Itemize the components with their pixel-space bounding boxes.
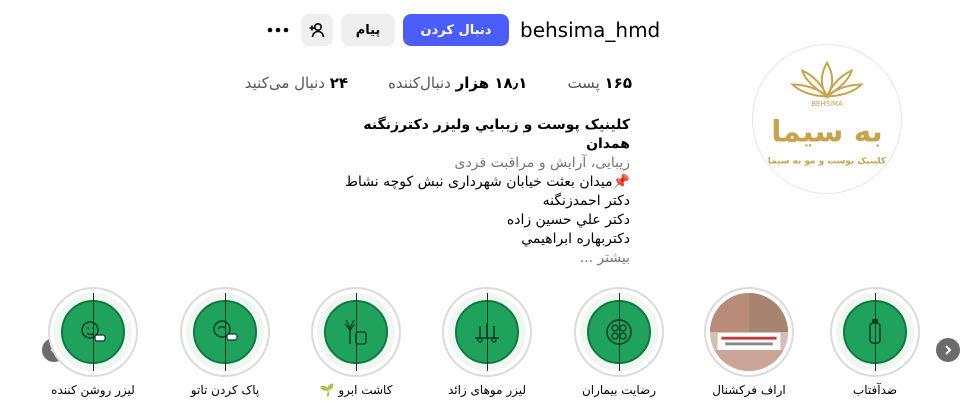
- highlight-item[interactable]: لیزر روشن کننده: [45, 287, 141, 417]
- highlight-label: اراف فرکشنال: [712, 383, 786, 397]
- highlight-label: لیزر موهای زائد: [447, 383, 527, 397]
- svg-text:کلینیک پوست و مو به سیما: کلینیک پوست و مو به سیما: [768, 156, 887, 166]
- more-icon: [267, 27, 289, 33]
- highlight-label: ضدآفتاب: [852, 383, 898, 397]
- svg-text:BEHSIMA: BEHSIMA: [811, 100, 843, 108]
- posts-stat: ۱۶۵ پست: [567, 74, 632, 92]
- svg-text:به سیما: به سیما: [771, 115, 883, 149]
- highlight-label: لیزر روشن کننده: [51, 383, 135, 397]
- chevron-right-icon: [945, 345, 952, 355]
- more-options-button[interactable]: [262, 14, 294, 46]
- highlight-label: رضایت بیماران: [581, 383, 657, 397]
- profile-stats: ۱۶۵ پست ۱۸٫۱ هزار دنبال‌کننده ۲۴ دنبال م…: [245, 74, 632, 98]
- profile-name: کلینیک پوست و زيبايي وليزر دکترزنگنه همد…: [363, 117, 630, 152]
- bio-line: 📌میدان بعثت خیابان شهرداری نبش کوچه نشاط: [345, 174, 630, 190]
- highlight-label: پاک کردن تاتو: [190, 383, 260, 397]
- add-user-icon: [309, 22, 325, 38]
- highlight-item[interactable]: ضدآفتاب: [827, 287, 923, 417]
- behsima-logo: BEHSIMA به سیما کلینیک پوست و مو به سیما: [768, 60, 887, 166]
- bio-more-link[interactable]: بیشتر ...: [330, 249, 630, 268]
- highlight-item[interactable]: لیزر موهای زائد: [439, 287, 535, 417]
- highlight-item[interactable]: پاک کردن تاتو: [177, 287, 273, 417]
- next-arrow-button[interactable]: [936, 338, 960, 362]
- followers-stat[interactable]: ۱۸٫۱ هزار دنبال‌کننده: [388, 74, 527, 98]
- username: behsima_hmd: [520, 18, 661, 42]
- bio-line: دکتر احمدزنگنه: [542, 193, 630, 209]
- bio-line: دكتر علي حسين زاده: [506, 212, 630, 228]
- highlight-item[interactable]: اراف فرکشنال: [701, 287, 797, 417]
- bio-line: دكتربهاره ابراهيمي: [521, 231, 630, 247]
- profile-category: زیبایی، آرایش و مراقبت فردی: [454, 155, 630, 171]
- highlight-item[interactable]: رضایت بیماران: [571, 287, 667, 417]
- following-stat[interactable]: ۲۴ دنبال می‌کنید: [245, 74, 348, 98]
- profile-bio: کلینیک پوست و زيبايي وليزر دکترزنگنه همد…: [330, 116, 630, 268]
- highlight-label: کاشت ابرو 🌱: [319, 383, 393, 397]
- follow-button[interactable]: دنبال کردن: [403, 14, 509, 46]
- add-user-button[interactable]: [301, 14, 333, 46]
- message-button[interactable]: پیام: [341, 14, 395, 46]
- profile-avatar[interactable]: BEHSIMA به سیما کلینیک پوست و مو به سیما: [752, 44, 902, 194]
- highlight-item[interactable]: کاشت ابرو 🌱: [308, 287, 404, 417]
- photo-thumbnail: [710, 293, 788, 371]
